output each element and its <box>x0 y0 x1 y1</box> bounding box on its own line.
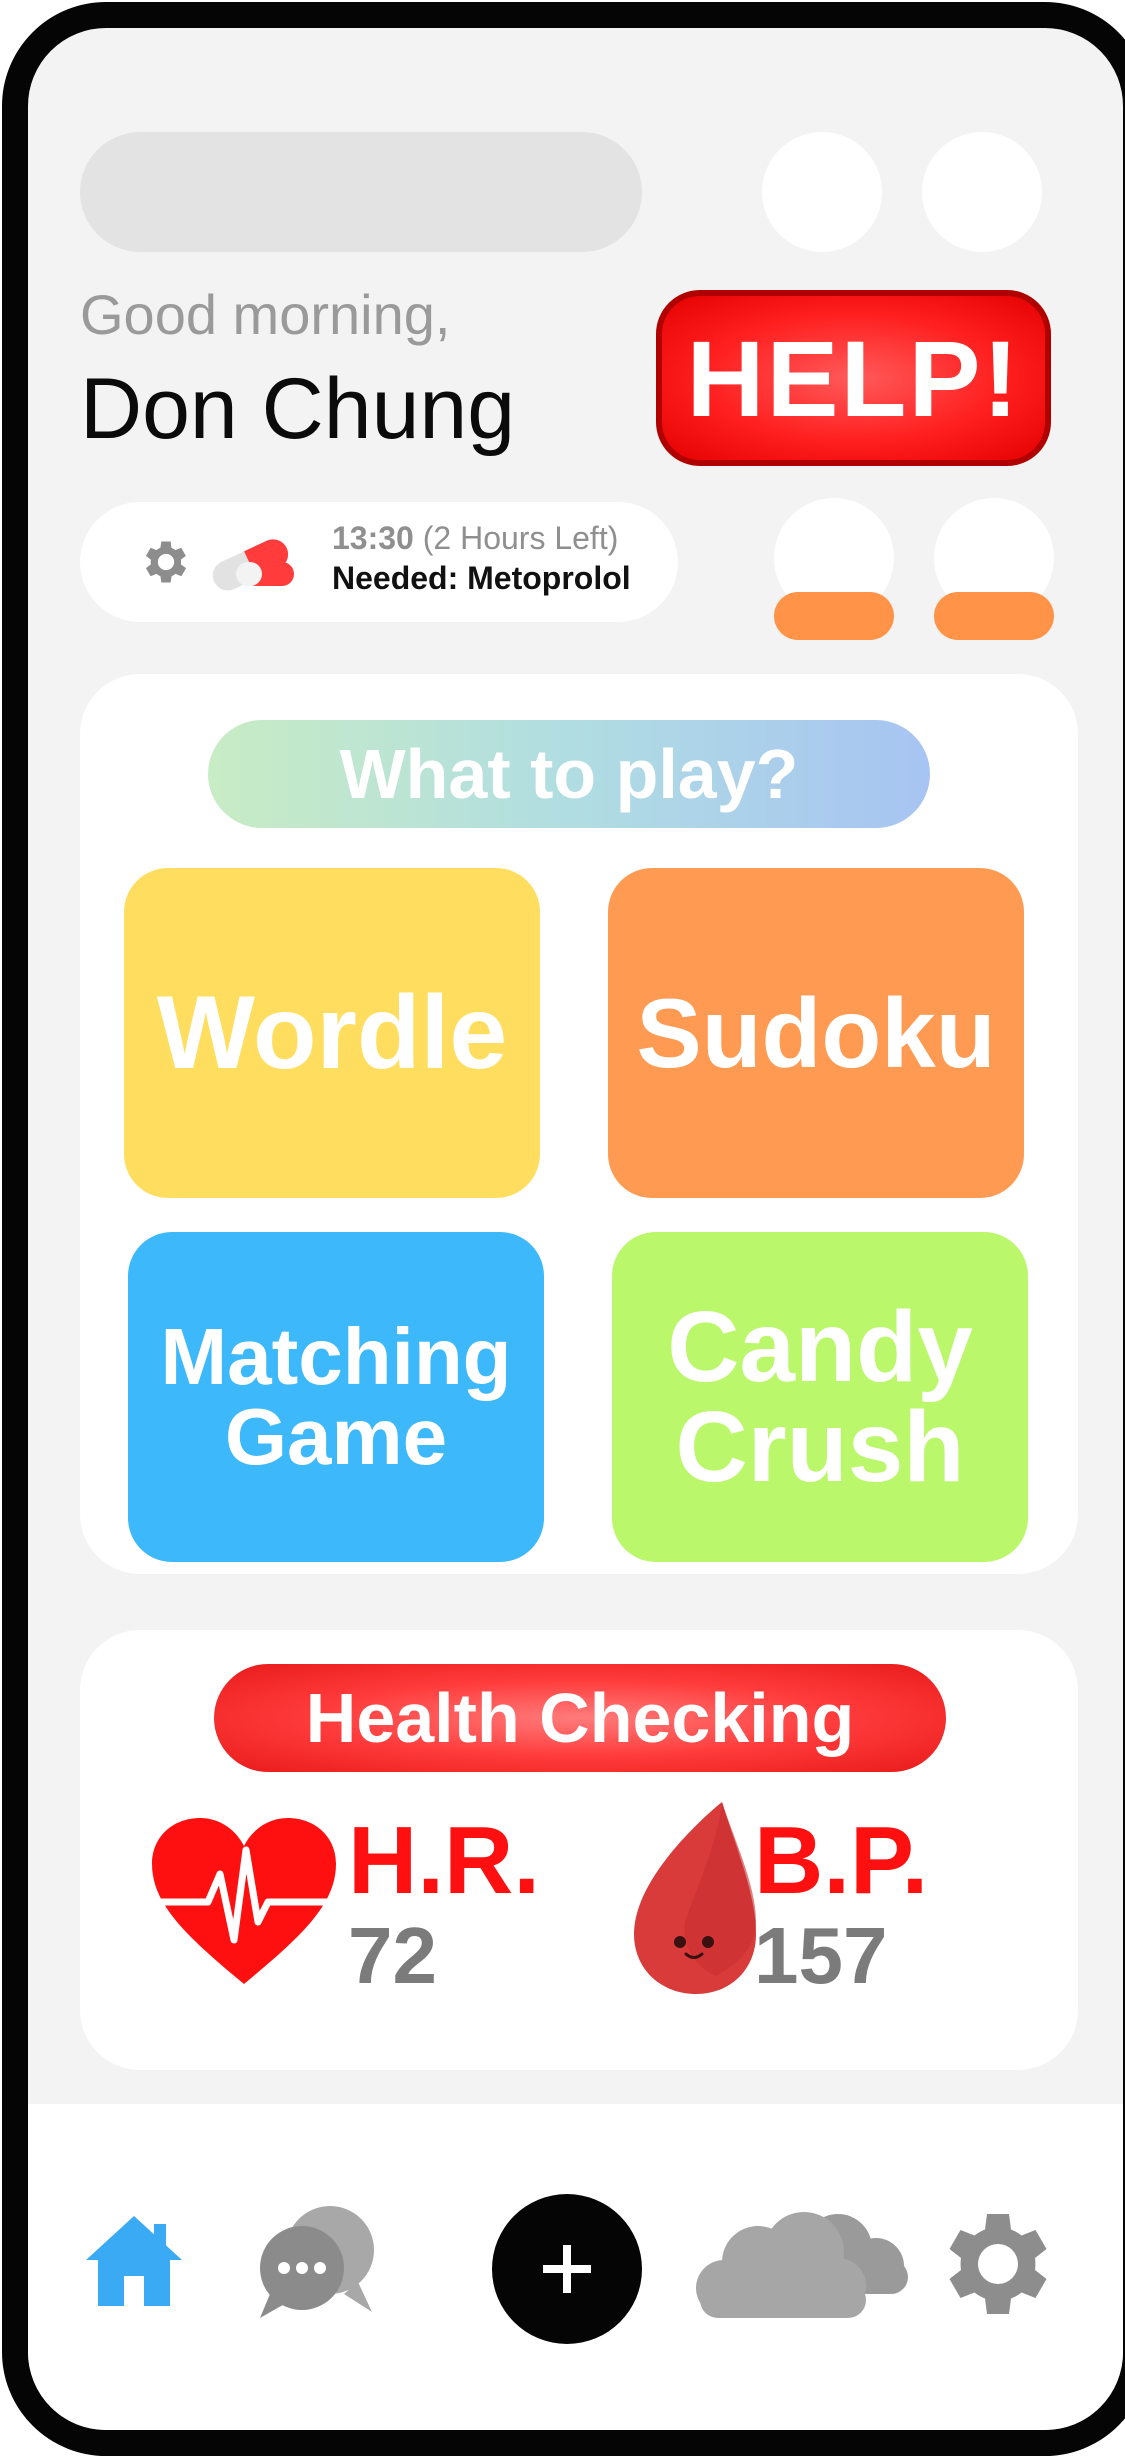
add-button[interactable] <box>492 2194 642 2344</box>
heart-rate-label: H.R. <box>348 1807 540 1914</box>
profile-avatar-placeholder[interactable] <box>762 132 882 252</box>
game-tile-candy-crush[interactable]: Candy Crush <box>612 1232 1028 1562</box>
notification-avatar-placeholder[interactable] <box>922 132 1042 252</box>
medication-needed: Needed: Metoprolol <box>332 560 631 596</box>
blood-pressure-value: 157 <box>754 1911 888 2000</box>
health-card: Health Checking H.R. 72 B.P. 157 <box>80 1630 1078 2070</box>
game-tile-matching[interactable]: Matching Game <box>128 1232 544 1562</box>
cloud-icon[interactable] <box>688 2204 912 2324</box>
game-tile-sudoku[interactable]: Sudoku <box>608 868 1024 1198</box>
home-icon[interactable] <box>82 2210 186 2310</box>
medication-time: 13:30 (2 Hours Left) <box>332 520 619 556</box>
phone-frame: Good morning, Don Chung HELP! 13:30 (2 H… <box>2 2 1125 2456</box>
game-tile-wordle[interactable]: Wordle <box>124 868 540 1198</box>
contact-status-2[interactable] <box>934 592 1054 640</box>
greeting-salutation: Good morning, <box>80 283 451 346</box>
add-icon <box>543 2245 591 2293</box>
help-button[interactable]: HELP! <box>656 290 1051 466</box>
games-card: What to play? Wordle Sudoku Matching Gam… <box>80 674 1078 1574</box>
contact-status-1[interactable] <box>774 592 894 640</box>
health-title: Health Checking <box>214 1664 946 1772</box>
chat-icon[interactable] <box>254 2202 380 2320</box>
blood-drop-icon[interactable] <box>626 1798 764 1998</box>
blood-pressure-label: B.P. <box>754 1807 929 1914</box>
search-bar-placeholder[interactable] <box>80 132 642 252</box>
heart-icon[interactable] <box>146 1812 342 1990</box>
bottom-nav <box>28 2104 1123 2430</box>
settings-icon[interactable] <box>934 2204 1054 2324</box>
games-title: What to play? <box>208 720 930 828</box>
gear-icon[interactable] <box>138 534 194 590</box>
user-name: Don Chung <box>80 361 516 457</box>
medication-reminder[interactable]: 13:30 (2 Hours Left) Needed: Metoprolol <box>80 502 678 622</box>
pill-icon <box>212 539 294 591</box>
heart-rate-value: 72 <box>348 1911 437 2000</box>
